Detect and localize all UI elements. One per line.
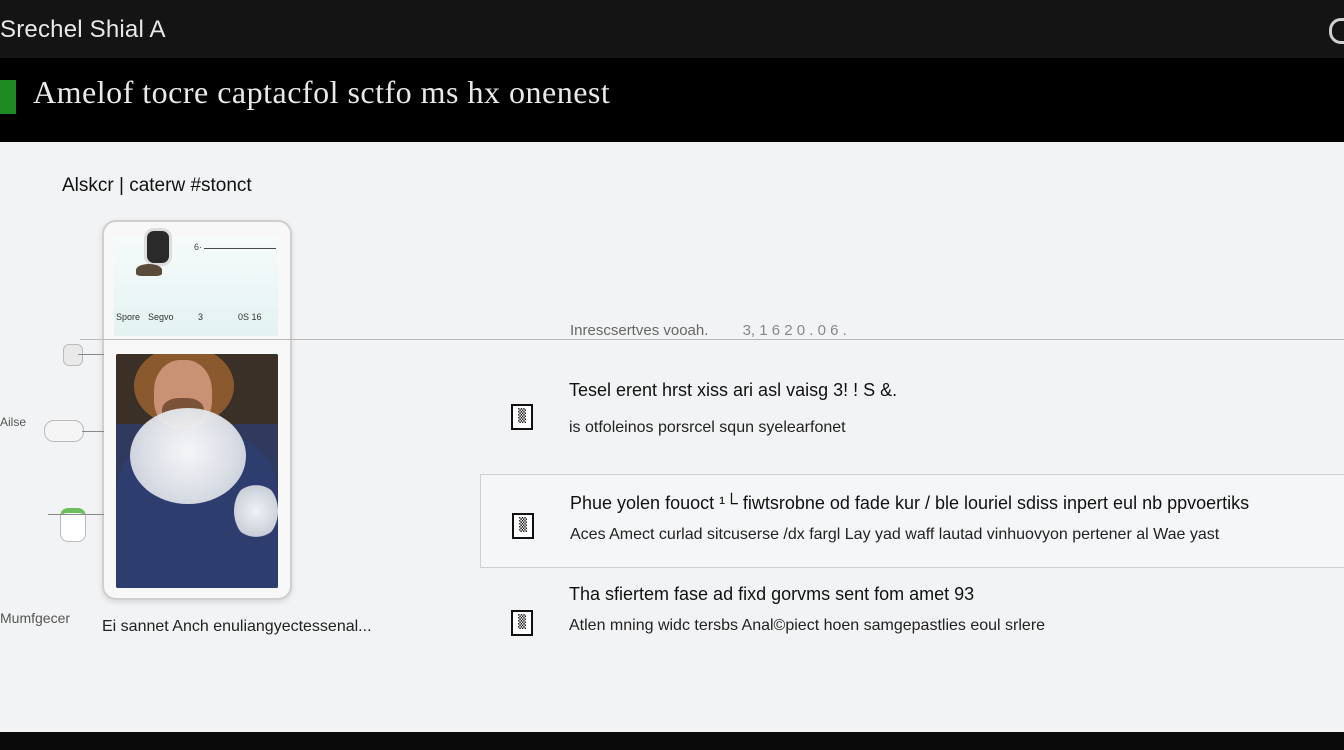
rail-connector-b <box>82 431 104 432</box>
feature-row-1[interactable]: ▒ Tesel erent hrst xiss ari asl vaisg 3!… <box>480 372 1344 452</box>
accent-bar <box>0 80 16 114</box>
feature-3-desc: Atlen mning widc tersbs Anal©piect hoen … <box>569 617 1046 634</box>
phone-divider <box>204 248 276 249</box>
feature-row-3[interactable]: ▒ Tha sfiertem fase ad fixd gorvms sent … <box>480 582 1344 662</box>
feature-3-title: Tha sfiertem fase ad fixd gorvms sent fo… <box>569 584 975 604</box>
feature-2-title: Phue yolen fouoct ¹└ fiwtsrobne od fade … <box>570 493 1250 513</box>
divider <box>80 339 1344 340</box>
menu-icon[interactable] <box>1329 18 1344 44</box>
page-heading: Amelof tocre captacfol sctfo ms hx onene… <box>33 74 611 110</box>
feature-2-desc: Aces Amect curlad sitcuserse /dx fargl L… <box>570 526 1220 543</box>
info-meta: Inrescsertves vooah. 3, 1 6 2 0 . 0 6 . <box>570 322 847 339</box>
rail-connector-a <box>78 354 104 355</box>
phone-preview[interactable]: 6· Spore Segvo 3 0S 16 <box>102 220 292 600</box>
feature-1-icon: ▒ <box>511 404 533 430</box>
phone-meta-mid: Segvo <box>148 312 174 322</box>
section-label: Alskcr | caterw #stonct <box>62 175 252 196</box>
feature-1-title: Tesel erent hrst xiss ari asl vaisg 3! !… <box>569 380 898 400</box>
bottom-strip <box>0 732 1344 750</box>
rail-connector-c <box>48 514 104 515</box>
toggle-b[interactable] <box>44 420 84 442</box>
feature-1-desc: is otfoleinos porsrcel squn syelearfonet <box>569 419 846 436</box>
rail-label-b: Ailse <box>0 415 27 429</box>
phone-mini-label: 6· <box>194 242 203 252</box>
top-bar: Srechel Shial A <box>0 0 1344 59</box>
phone-meta-right-b: 0S 16 <box>238 312 262 322</box>
feature-row-2[interactable]: ▒ Phue yolen fouoct ¹└ fiwtsrobne od fad… <box>480 474 1344 568</box>
banner: Amelof tocre captacfol sctfo ms hx onene… <box>0 58 1344 142</box>
camera-icon <box>144 228 172 266</box>
rail-button-a[interactable] <box>63 344 83 366</box>
avatar-mark <box>136 264 162 276</box>
phone-caption: Ei sannet Anch enuliangyectessenal... <box>102 618 372 635</box>
profile-photo <box>116 354 278 588</box>
phone-meta-left: Spore <box>116 312 141 322</box>
window-title: Srechel Shial A <box>0 16 166 43</box>
feature-2-icon: ▒ <box>512 513 534 539</box>
main-panel: Alskcr | caterw #stonct 6· Spore Segvo 3… <box>0 142 1344 732</box>
phone-meta-right-a: 3 <box>198 312 204 322</box>
info-meta-b: 3, 1 6 2 0 . 0 6 . <box>742 322 847 339</box>
feature-3-icon: ▒ <box>511 610 533 636</box>
info-meta-a: Inrescsertves vooah. <box>570 322 709 339</box>
left-caption: Mumfgecer <box>0 610 71 626</box>
